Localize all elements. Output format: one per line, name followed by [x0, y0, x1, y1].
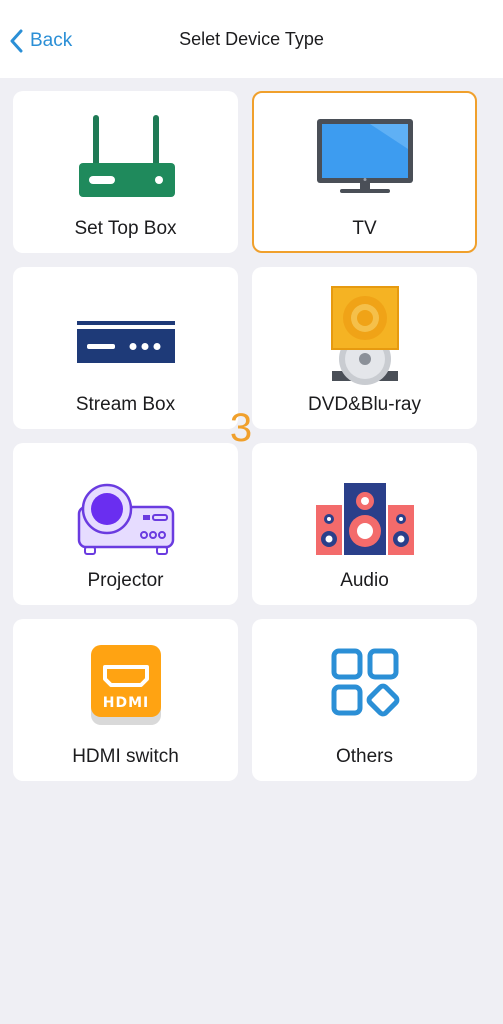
device-label: TV	[352, 218, 377, 239]
device-label: Audio	[340, 570, 389, 591]
navigation-bar: Back Selet Device Type	[0, 0, 503, 78]
device-label: Projector	[87, 570, 164, 591]
device-label: Stream Box	[75, 394, 176, 415]
tv-icon	[310, 109, 420, 209]
hdmi-icon: HDMI	[71, 637, 181, 737]
svg-text:HDMI: HDMI	[102, 695, 148, 711]
device-label: Set Top Box	[74, 218, 177, 239]
device-card-projector[interactable]: Projector	[13, 443, 238, 605]
page-title: Selet Device Type	[179, 29, 324, 49]
dvd-icon	[310, 285, 420, 385]
stream-box-icon	[71, 285, 181, 385]
device-label: DVD&Blu-ray	[308, 394, 421, 415]
set-top-box-icon	[71, 109, 181, 209]
device-card-dvd[interactable]: DVD&Blu-ray	[252, 267, 477, 429]
device-card-audio[interactable]: Audio	[252, 443, 477, 605]
speaker-icon	[310, 461, 420, 561]
step-badge: 3	[229, 406, 253, 450]
projector-icon	[71, 461, 181, 561]
device-card-hdmi-switch[interactable]: HDMI HDMI switch	[13, 619, 238, 781]
device-label: Others	[335, 746, 394, 767]
device-label: HDMI switch	[72, 746, 179, 767]
device-card-tv[interactable]: TV	[252, 91, 477, 253]
device-card-stream-box[interactable]: Stream Box	[13, 267, 238, 429]
device-card-set-top-box[interactable]: Set Top Box	[13, 91, 238, 253]
device-card-others[interactable]: Others	[252, 619, 477, 781]
apps-icon	[310, 637, 420, 737]
